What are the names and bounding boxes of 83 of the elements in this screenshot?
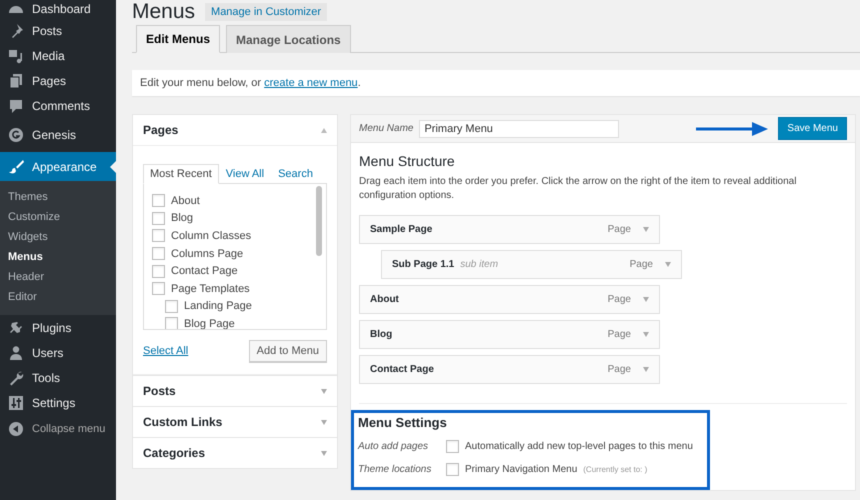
menu-item[interactable]: About Page — [359, 285, 660, 314]
paintbrush-icon — [8, 158, 24, 174]
accordion-header[interactable]: Categories — [133, 438, 337, 468]
tab[interactable]: Most Recent — [143, 164, 219, 184]
checkbox[interactable] — [152, 212, 165, 225]
current-pointer-icon — [110, 161, 116, 173]
checkbox-item[interactable]: About — [152, 192, 308, 210]
accordion-header[interactable]: Custom Links — [133, 407, 337, 437]
collapse-menu-button[interactable]: Collapse menu — [0, 417, 116, 441]
sliders-icon — [8, 394, 24, 410]
add-to-menu-button[interactable]: Add to Menu — [248, 340, 327, 362]
save-menu-button[interactable]: Save Menu — [778, 117, 847, 140]
checkbox[interactable] — [446, 463, 459, 476]
menu-item[interactable]: Sub Page 1.1 sub item Page — [381, 250, 682, 279]
setting-label: Theme locations — [358, 464, 432, 475]
person-icon — [8, 344, 24, 360]
section-heading: Menu Structure — [359, 153, 456, 169]
submenu-item[interactable]: Header — [0, 267, 116, 287]
speech-bubble-icon — [8, 98, 24, 114]
dropdown-arrow-icon — [643, 227, 649, 232]
menu-item[interactable]: Blog Page — [359, 320, 660, 349]
sidebar-menu-item[interactable]: Appearance — [0, 152, 116, 181]
menu-name-field[interactable]: Primary Menu — [419, 120, 620, 138]
menu-item[interactable]: Sample Page Page — [359, 215, 660, 244]
media-icon — [8, 48, 24, 64]
sidebar-menu-item[interactable]: Media — [0, 43, 116, 68]
checkbox-item[interactable]: Contact Page — [152, 262, 308, 280]
dropdown-arrow-icon — [643, 297, 649, 302]
sidebar-menu-item[interactable]: Plugins — [0, 315, 116, 340]
location-note: (Currently set to: ) — [583, 465, 648, 474]
checkbox-item[interactable]: Page Templates — [152, 280, 308, 298]
checkbox[interactable] — [152, 229, 165, 242]
help-text: Drag each item into the order you prefer. Click the arrow on the right of the item to reveal additional configuration options. — [359, 175, 798, 203]
checkbox[interactable] — [446, 440, 459, 453]
intro-text: Edit your menu below, or create a new menu. — [140, 77, 362, 89]
checkbox[interactable] — [152, 282, 165, 296]
accordion-header[interactable]: Pages — [133, 115, 337, 145]
checkbox-item[interactable]: Columns Page — [152, 244, 308, 262]
checkbox[interactable] — [165, 300, 178, 313]
checkbox[interactable] — [152, 264, 165, 278]
checkbox[interactable] — [152, 247, 165, 260]
sidebar-menu-item[interactable]: Posts — [0, 18, 116, 43]
menu-item[interactable]: Contact Page Page — [359, 355, 660, 384]
tab[interactable]: Search — [271, 164, 320, 184]
sidebar-menu-item[interactable]: Pages — [0, 68, 116, 93]
circle-logo-icon — [8, 127, 24, 143]
page-title: Menus — [132, 0, 196, 24]
checkbox-label: Primary Navigation Menu — [465, 464, 578, 475]
accordion-header[interactable]: Posts — [133, 376, 337, 406]
submenu-item[interactable]: Menus — [0, 247, 116, 267]
tab[interactable]: Edit Menus — [136, 25, 220, 53]
sidebar-menu-item[interactable]: Settings — [0, 390, 116, 415]
sidebar-menu-item[interactable]: Dashboard — [0, 0, 116, 18]
checkbox[interactable] — [165, 317, 178, 329]
tab[interactable]: Manage Locations — [226, 25, 351, 53]
dropdown-arrow-icon — [643, 367, 649, 372]
checkbox-item[interactable]: Blog — [152, 210, 308, 228]
manage-in-customizer-button[interactable]: Manage in Customizer — [205, 3, 328, 21]
dropdown-arrow-icon — [643, 332, 649, 337]
create-menu-link[interactable]: create a new menu — [264, 77, 358, 89]
tab[interactable]: View All — [218, 164, 272, 184]
checkbox[interactable] — [152, 194, 165, 208]
section-heading: Menu Settings — [358, 415, 448, 430]
setting-label: Auto add pages — [358, 441, 430, 452]
sidebar-menu-item[interactable]: Genesis — [0, 126, 116, 144]
submenu-item[interactable]: Editor — [0, 287, 116, 307]
submenu-item[interactable]: Themes — [0, 187, 116, 207]
sidebar-menu-item[interactable]: Comments — [0, 93, 116, 118]
sidebar-menu-item[interactable]: Tools — [0, 365, 116, 390]
checkbox-label: Automatically add new top-level pages to this menu — [465, 441, 693, 452]
checkbox-item[interactable]: Blog Page — [152, 315, 308, 329]
wrench-icon — [8, 370, 24, 386]
checkbox-item[interactable]: Landing Page — [152, 298, 308, 316]
pages-icon — [8, 72, 24, 88]
menu-name-label: Menu Name — [359, 123, 414, 134]
checkbox-item[interactable]: Column Classes — [152, 227, 308, 245]
collapse-icon — [8, 421, 24, 437]
sidebar-menu-item[interactable]: Users — [0, 340, 116, 365]
dropdown-arrow-icon — [665, 262, 671, 267]
submenu-item[interactable]: Customize — [0, 207, 116, 227]
select-all-link[interactable]: Select All — [143, 345, 188, 357]
plug-icon — [8, 320, 24, 336]
submenu-item[interactable]: Widgets — [0, 227, 116, 247]
